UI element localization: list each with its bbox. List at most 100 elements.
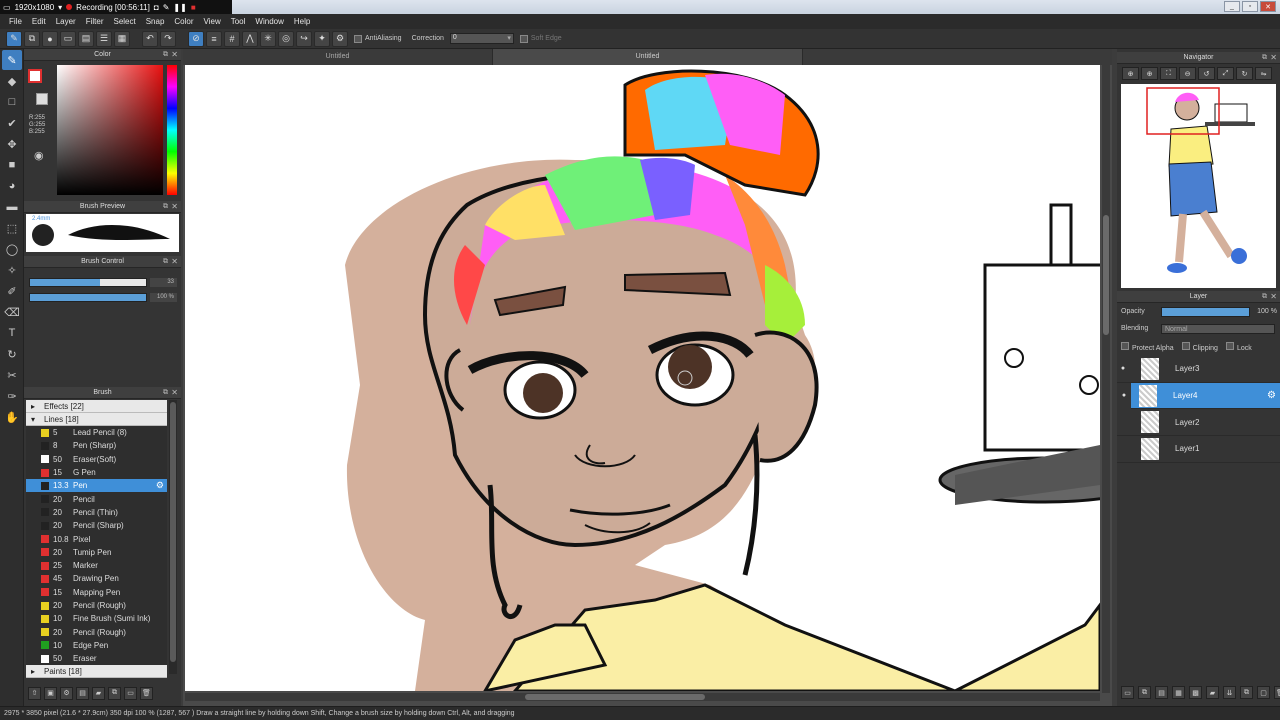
brush-item[interactable]: 10 Edge Pen: [26, 639, 167, 652]
snap-settings-icon[interactable]: ✦: [314, 30, 330, 47]
canvas-vertical-scrollbar[interactable]: [1102, 65, 1110, 693]
brush-item[interactable]: 50 Eraser(Soft): [26, 453, 167, 466]
brush-item[interactable]: 5 Lead Pencil (8): [26, 426, 167, 439]
lock-checkbox[interactable]: [1225, 342, 1234, 350]
panel-icon[interactable]: ▭: [60, 30, 76, 47]
undo-icon[interactable]: ↶: [142, 30, 158, 47]
copy-icon[interactable]: ▭: [124, 686, 137, 700]
menu-select[interactable]: Select: [108, 17, 140, 26]
brush-item[interactable]: 15 Mapping Pen: [26, 586, 167, 599]
brush-item[interactable]: 20 Pencil (Rough): [26, 625, 167, 638]
folder-icon[interactable]: ▰: [92, 686, 105, 700]
menu-file[interactable]: File: [4, 17, 27, 26]
menu-help[interactable]: Help: [289, 17, 315, 26]
trash-icon[interactable]: 🗑: [1274, 686, 1280, 699]
rect-tool-icon[interactable]: ■: [2, 155, 22, 175]
brush-item[interactable]: 25 Marker: [26, 559, 167, 572]
close-icon[interactable]: ✕: [1270, 291, 1277, 303]
layer-row[interactable]: ● Layer4 ⚙: [1122, 382, 1280, 410]
soft-edge-toggle[interactable]: Soft Edge: [516, 34, 566, 43]
eye-icon[interactable]: ●: [1117, 365, 1129, 372]
zoom-out-icon[interactable]: ⊖: [1179, 67, 1196, 80]
lasso-tool-icon[interactable]: ◯: [2, 239, 22, 259]
palette-icon[interactable]: ◉: [34, 149, 44, 162]
camera-icon[interactable]: ◘: [154, 3, 159, 12]
layer-row[interactable]: ● Layer3: [1117, 356, 1280, 383]
move-tool-icon[interactable]: ✥: [2, 134, 22, 154]
saturation-value-picker[interactable]: [57, 65, 163, 195]
document-tab[interactable]: Untitled: [183, 49, 493, 65]
clipping-toggle[interactable]: Clipping: [1181, 342, 1218, 352]
brush-item[interactable]: 10 Fine Brush (Sumi Ink): [26, 612, 167, 625]
brush-item[interactable]: 8 Pen (Sharp): [26, 439, 167, 452]
clear-icon[interactable]: ▢: [1257, 686, 1270, 699]
brush-item[interactable]: 20 Pencil (Thin): [26, 506, 167, 519]
protect-alpha-toggle[interactable]: Protect Alpha: [1121, 342, 1174, 352]
stop-icon[interactable]: ■: [191, 3, 196, 12]
brush-group[interactable]: Lines [18]: [26, 413, 167, 426]
page-icon[interactable]: ▤: [76, 686, 89, 700]
menu-view[interactable]: View: [199, 17, 226, 26]
tone-layer-icon[interactable]: ▦: [1172, 686, 1185, 699]
drawing-canvas[interactable]: [185, 65, 1100, 691]
float-icon[interactable]: ⧉: [163, 256, 168, 268]
fullscreen-icon[interactable]: ⤢: [1217, 67, 1234, 80]
navigator-thumbnail[interactable]: [1121, 84, 1276, 288]
dropdown-icon[interactable]: ▾: [58, 3, 62, 12]
bucket-tool-icon[interactable]: ◕: [2, 176, 22, 196]
layer-opacity-slider[interactable]: [1161, 307, 1250, 317]
float-icon[interactable]: ⧉: [1262, 52, 1267, 64]
list-icon[interactable]: ☰: [96, 30, 112, 47]
bubble-icon[interactable]: ●: [42, 30, 58, 47]
hand-tool-icon[interactable]: ✋: [2, 407, 22, 427]
snap-circle-icon[interactable]: ◎: [278, 30, 294, 47]
zoom-in-more-icon[interactable]: ⊕: [1141, 67, 1158, 80]
maximize-button[interactable]: ▫: [1242, 1, 1258, 12]
protect-alpha-checkbox[interactable]: [1121, 342, 1129, 350]
flip-icon[interactable]: ⇋: [1255, 67, 1272, 80]
brush-item[interactable]: 20 Pencil (Sharp): [26, 519, 167, 532]
float-icon[interactable]: ⧉: [163, 49, 168, 61]
zoom-in-icon[interactable]: ⊕: [1122, 67, 1139, 80]
reset-icon[interactable]: ↻: [1236, 67, 1253, 80]
brush-item[interactable]: 15 G Pen: [26, 466, 167, 479]
fit-icon[interactable]: ⛶: [1160, 67, 1177, 80]
frame-tool-icon[interactable]: ↻: [2, 344, 22, 364]
snap-curve-icon[interactable]: ↪: [296, 30, 312, 47]
select-pen-icon[interactable]: ✐: [2, 281, 22, 301]
close-button[interactable]: ✕: [1260, 1, 1276, 12]
menu-filter[interactable]: Filter: [81, 17, 109, 26]
snap-radial-icon[interactable]: ✳: [260, 30, 276, 47]
close-icon[interactable]: ✕: [1270, 52, 1277, 64]
float-icon[interactable]: ⧉: [163, 201, 168, 213]
brush-group[interactable]: Paints [18]: [26, 665, 167, 679]
gear-icon[interactable]: ⚙: [156, 480, 164, 491]
brush-item[interactable]: 20 Tumip Pen: [26, 546, 167, 559]
trash-icon[interactable]: 🗑: [140, 686, 153, 700]
brush-item[interactable]: 13.3 Pen ⚙: [26, 479, 167, 493]
menu-edit[interactable]: Edit: [27, 17, 51, 26]
menu-layer[interactable]: Layer: [51, 17, 81, 26]
upload-icon[interactable]: ⇧: [28, 686, 41, 700]
correction-select[interactable]: 0: [449, 33, 514, 44]
snap-off-icon[interactable]: ⊘: [188, 30, 204, 47]
document-tab-active[interactable]: Untitled: [493, 49, 803, 65]
layer-row[interactable]: Layer2: [1117, 409, 1280, 437]
close-icon[interactable]: ✕: [171, 201, 178, 213]
menu-color[interactable]: Color: [169, 17, 198, 26]
eraser-tool-icon[interactable]: ◆: [2, 71, 22, 91]
check-tool-icon[interactable]: ✔: [2, 113, 22, 133]
menu-window[interactable]: Window: [250, 17, 288, 26]
brush-size-value[interactable]: 33: [150, 278, 177, 287]
redo-icon[interactable]: ↷: [160, 30, 176, 47]
add-brush-icon[interactable]: ▣: [44, 686, 57, 700]
float-icon[interactable]: ⧉: [1262, 291, 1267, 303]
duplicate-icon[interactable]: ⧉: [108, 686, 121, 700]
new-layer-alt-icon[interactable]: ⧉: [1138, 686, 1151, 699]
brush-tool-icon[interactable]: ✎: [2, 50, 22, 70]
text-tool-icon[interactable]: T: [2, 323, 22, 343]
layer-icon[interactable]: ⧉: [24, 30, 40, 47]
folder-icon[interactable]: ▰: [1206, 686, 1219, 699]
lock-toggle[interactable]: Lock: [1225, 342, 1252, 352]
settings-icon[interactable]: ⚙: [60, 686, 73, 700]
